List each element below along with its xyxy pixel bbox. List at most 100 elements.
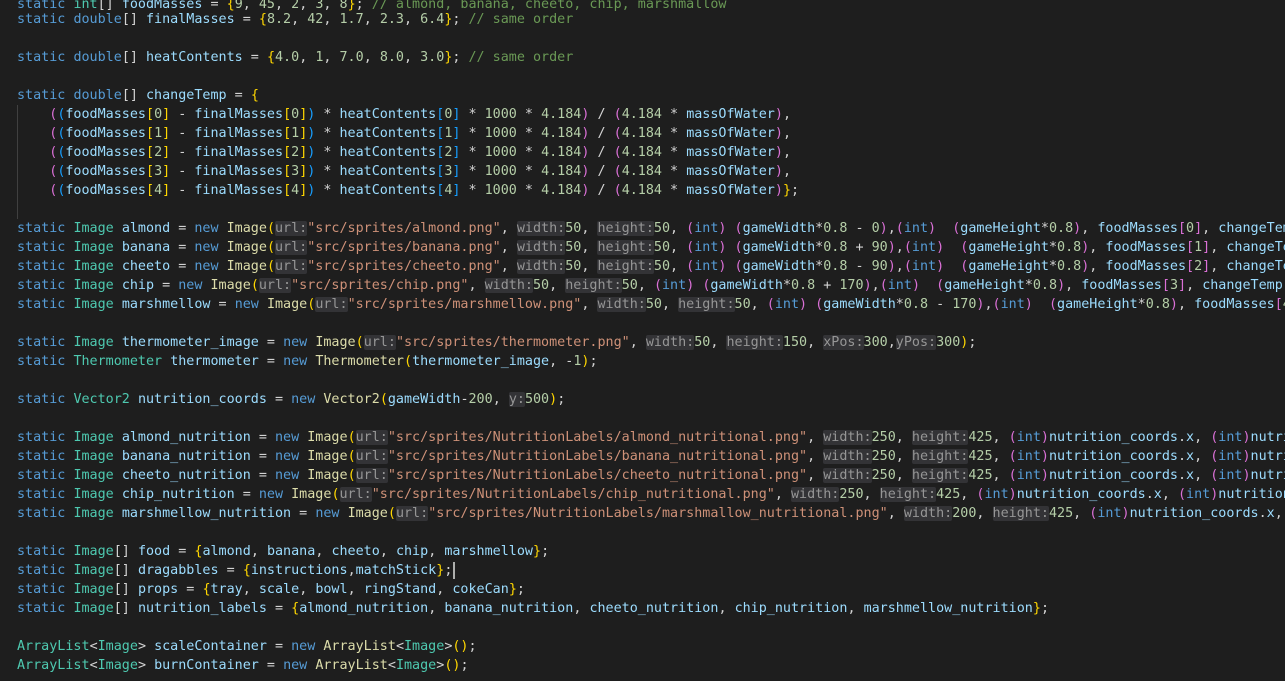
code-token: chip_nutrition xyxy=(734,601,848,616)
code-token: int xyxy=(1016,468,1041,483)
code-token: () xyxy=(452,639,469,654)
code-token: , xyxy=(976,506,993,521)
code-line[interactable]: static Image[] food = {almond, banana, c… xyxy=(17,542,549,561)
code-token: - xyxy=(170,145,195,160)
code-token: int xyxy=(1000,297,1025,312)
code-token: ) xyxy=(1169,297,1178,312)
code-token: ( xyxy=(347,468,356,483)
code-token: new xyxy=(291,639,324,654)
code-token: foodMasses xyxy=(1081,278,1162,293)
code-token: heatContents xyxy=(146,50,243,65)
code-line[interactable]: static Image marshmellow_nutrition = new… xyxy=(17,504,1285,523)
code-token: 1 xyxy=(1194,240,1203,255)
code-token: int xyxy=(662,278,687,293)
code-token: } xyxy=(782,183,791,198)
code-token: marshmellow xyxy=(444,544,533,559)
code-token: 3 xyxy=(291,164,300,179)
code-token: ) xyxy=(887,240,896,255)
code-line[interactable]: static Image thermometer_image = new Ima… xyxy=(17,333,976,352)
code-line[interactable]: ((foodMasses[3] - finalMasses[3]) * heat… xyxy=(17,162,791,181)
code-token: Image xyxy=(73,335,114,350)
code-token: ) xyxy=(1057,278,1066,293)
code-line[interactable]: static Image banana = new Image(url:"src… xyxy=(17,238,1285,257)
code-line[interactable]: static double[] changeTemp = { xyxy=(17,86,259,105)
code-token: foodMasses xyxy=(1105,259,1187,274)
code-token: , xyxy=(347,563,356,578)
code-token: , xyxy=(1194,468,1211,483)
code-token: ; xyxy=(589,354,598,369)
code-token: ( xyxy=(613,107,622,122)
code-line[interactable]: static Vector2 nutrition_coords = new Ve… xyxy=(17,390,565,409)
code-token: = xyxy=(258,335,284,350)
code-line[interactable]: static double[] heatContents = {4.0, 1, … xyxy=(17,48,573,67)
code-line[interactable]: ((foodMasses[4] - finalMasses[4]) * heat… xyxy=(17,181,799,200)
code-token: = xyxy=(226,88,251,103)
code-token: Image xyxy=(404,639,445,654)
code-token: tray xyxy=(210,582,243,597)
code-token: int xyxy=(694,240,719,255)
code-token: ] xyxy=(162,164,171,179)
code-line[interactable]: static Image almond_nutrition = new Imag… xyxy=(17,428,1285,447)
code-token: thermometer_image xyxy=(121,335,259,350)
code-token: * xyxy=(460,126,485,141)
code-line[interactable]: static Image chip_nutrition = new Image(… xyxy=(17,485,1285,504)
parameter-hint: width: xyxy=(645,335,695,350)
code-token: Image xyxy=(291,487,332,502)
code-line[interactable]: static Image[] dragabbles = {instruction… xyxy=(17,561,452,580)
code-token: , xyxy=(500,221,517,236)
code-token: nutrition_coords xyxy=(1129,506,1259,521)
code-token: [ xyxy=(1274,297,1283,312)
code-token: static xyxy=(17,278,74,293)
code-line[interactable]: ((foodMasses[1] - finalMasses[1]) * heat… xyxy=(17,124,791,143)
code-token: chip_nutrition xyxy=(121,487,235,502)
code-editor[interactable]: static int[] foodMasses = {9, 45, 2, 3, … xyxy=(0,0,1285,681)
code-token: Image xyxy=(73,468,114,483)
code-line[interactable]: static Thermometer thermometer = new The… xyxy=(17,352,598,371)
code-token: = xyxy=(170,221,195,236)
code-line[interactable]: static double[] finalMasses = {8.2, 42, … xyxy=(17,10,573,29)
code-token: . xyxy=(1177,468,1187,483)
parameter-hint: width: xyxy=(516,240,566,255)
parameter-hint: height: xyxy=(678,297,735,312)
code-token: static xyxy=(17,297,74,312)
code-token: 1 xyxy=(154,126,163,141)
code-token: nutrition_coords xyxy=(1218,487,1285,502)
code-line[interactable]: static Image cheeto = new Image(url:"src… xyxy=(17,257,1285,276)
code-token: Image xyxy=(73,544,114,559)
code-token: Image xyxy=(73,487,114,502)
code-token: "src/sprites/NutritionLabels/chip_nutrit… xyxy=(371,487,775,502)
code-line[interactable]: static Image banana_nutrition = new Imag… xyxy=(17,447,1285,466)
code-line[interactable]: static Image cheeto_nutrition = new Imag… xyxy=(17,466,1285,485)
code-line[interactable]: static Image marshmellow = new Image (url… xyxy=(17,295,1285,314)
code-token: * xyxy=(782,278,791,293)
parameter-hint: height: xyxy=(565,278,622,293)
code-token: banana xyxy=(266,544,316,559)
code-token: ( xyxy=(347,449,356,464)
code-token: 50 xyxy=(565,259,582,274)
code-token: , xyxy=(242,582,259,597)
code-token: * xyxy=(1024,278,1033,293)
code-token: finalMasses xyxy=(194,126,284,141)
code-token: Image xyxy=(97,658,138,673)
code-line[interactable]: static Image almond = new Image(url:"src… xyxy=(17,219,1285,238)
code-token: almond xyxy=(202,544,251,559)
code-token: , xyxy=(1210,259,1227,274)
code-line[interactable]: static Image chip = new Image(url:"src/s… xyxy=(17,276,1285,295)
code-token: ( xyxy=(387,506,396,521)
code-token: "src/sprites/NutritionLabels/banana_nutr… xyxy=(387,449,808,464)
code-token: / xyxy=(589,164,614,179)
code-line[interactable]: ((foodMasses[2] - finalMasses[2]) * heat… xyxy=(17,143,791,162)
parameter-hint: height: xyxy=(992,506,1049,521)
code-token: Image xyxy=(73,582,114,597)
code-token: ( xyxy=(936,278,945,293)
code-line[interactable]: ArrayList<Image> burnContainer = new Arr… xyxy=(17,656,469,675)
code-token: < xyxy=(89,658,98,673)
code-line[interactable]: ArrayList<Image> scaleContainer = new Ar… xyxy=(17,637,477,656)
code-line[interactable]: ((foodMasses[0] - finalMasses[0]) * heat… xyxy=(17,105,791,124)
code-line[interactable]: static Image[] props = {tray, scale, bow… xyxy=(17,580,525,599)
code-token: ArrayList xyxy=(315,658,388,673)
code-line[interactable]: static Image[] nutrition_labels = {almon… xyxy=(17,599,1049,618)
